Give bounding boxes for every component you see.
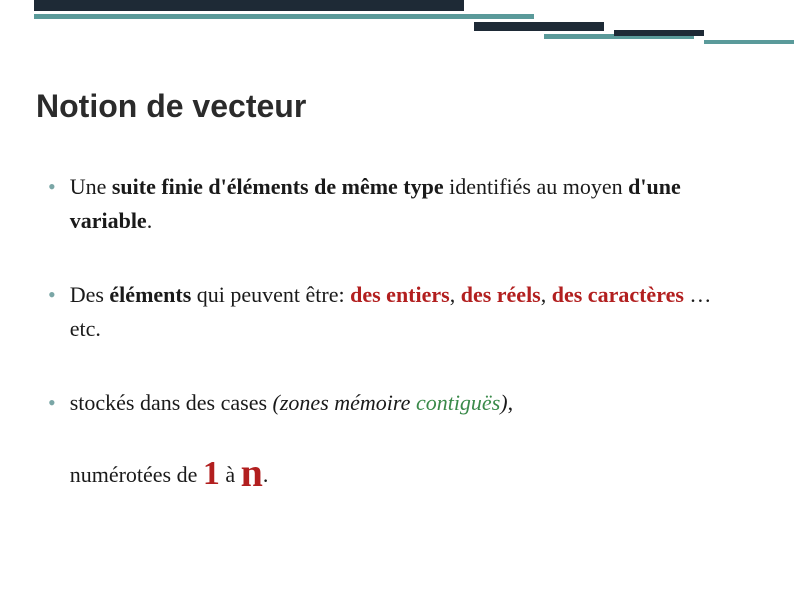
bullet-body: Une suite finie d'éléments de même type … [70,170,746,238]
bullet-item-2: • Des éléments qui peuvent être: des ent… [48,278,746,346]
text: . [263,462,269,487]
text: stockés dans des cases [70,390,273,415]
slide-content: • Une suite finie d'éléments de même typ… [48,170,746,544]
bullet-marker-icon: • [48,278,56,312]
text: , [508,390,514,415]
text-bold: suite finie d'éléments de même type [112,174,444,199]
text: identifiés au moyen [444,174,629,199]
text: Une [70,174,112,199]
text: qui peuvent être: [191,282,350,307]
text-bold-red: des réels [461,282,541,307]
text-bold-red: des caractères [552,282,684,307]
text: à [220,462,241,487]
text: Des [70,282,110,307]
number-one: 1 [203,455,220,492]
text-italic-green: contiguës [416,390,500,415]
slide-title: Notion de vecteur [36,88,306,125]
text: numérotées de [70,462,203,487]
text: , [450,282,461,307]
text-italic: (zones mémoire [273,390,416,415]
text-italic: ) [500,390,507,415]
bullet-body: Des éléments qui peuvent être: des entie… [70,278,746,346]
text: , [541,282,552,307]
decorative-top-bars [34,0,794,48]
bullet-subline: numérotées de 1 à n. [70,442,746,504]
text-bold-red: des entiers [350,282,450,307]
bullet-item-1: • Une suite finie d'éléments de même typ… [48,170,746,238]
text: . [147,208,153,233]
number-n: n [241,450,263,495]
bullet-marker-icon: • [48,386,56,420]
bullet-item-3: • stockés dans des cases (zones mémoire … [48,386,746,504]
bullet-marker-icon: • [48,170,56,204]
bullet-body: stockés dans des cases (zones mémoire co… [70,386,746,504]
text-bold: éléments [109,282,191,307]
